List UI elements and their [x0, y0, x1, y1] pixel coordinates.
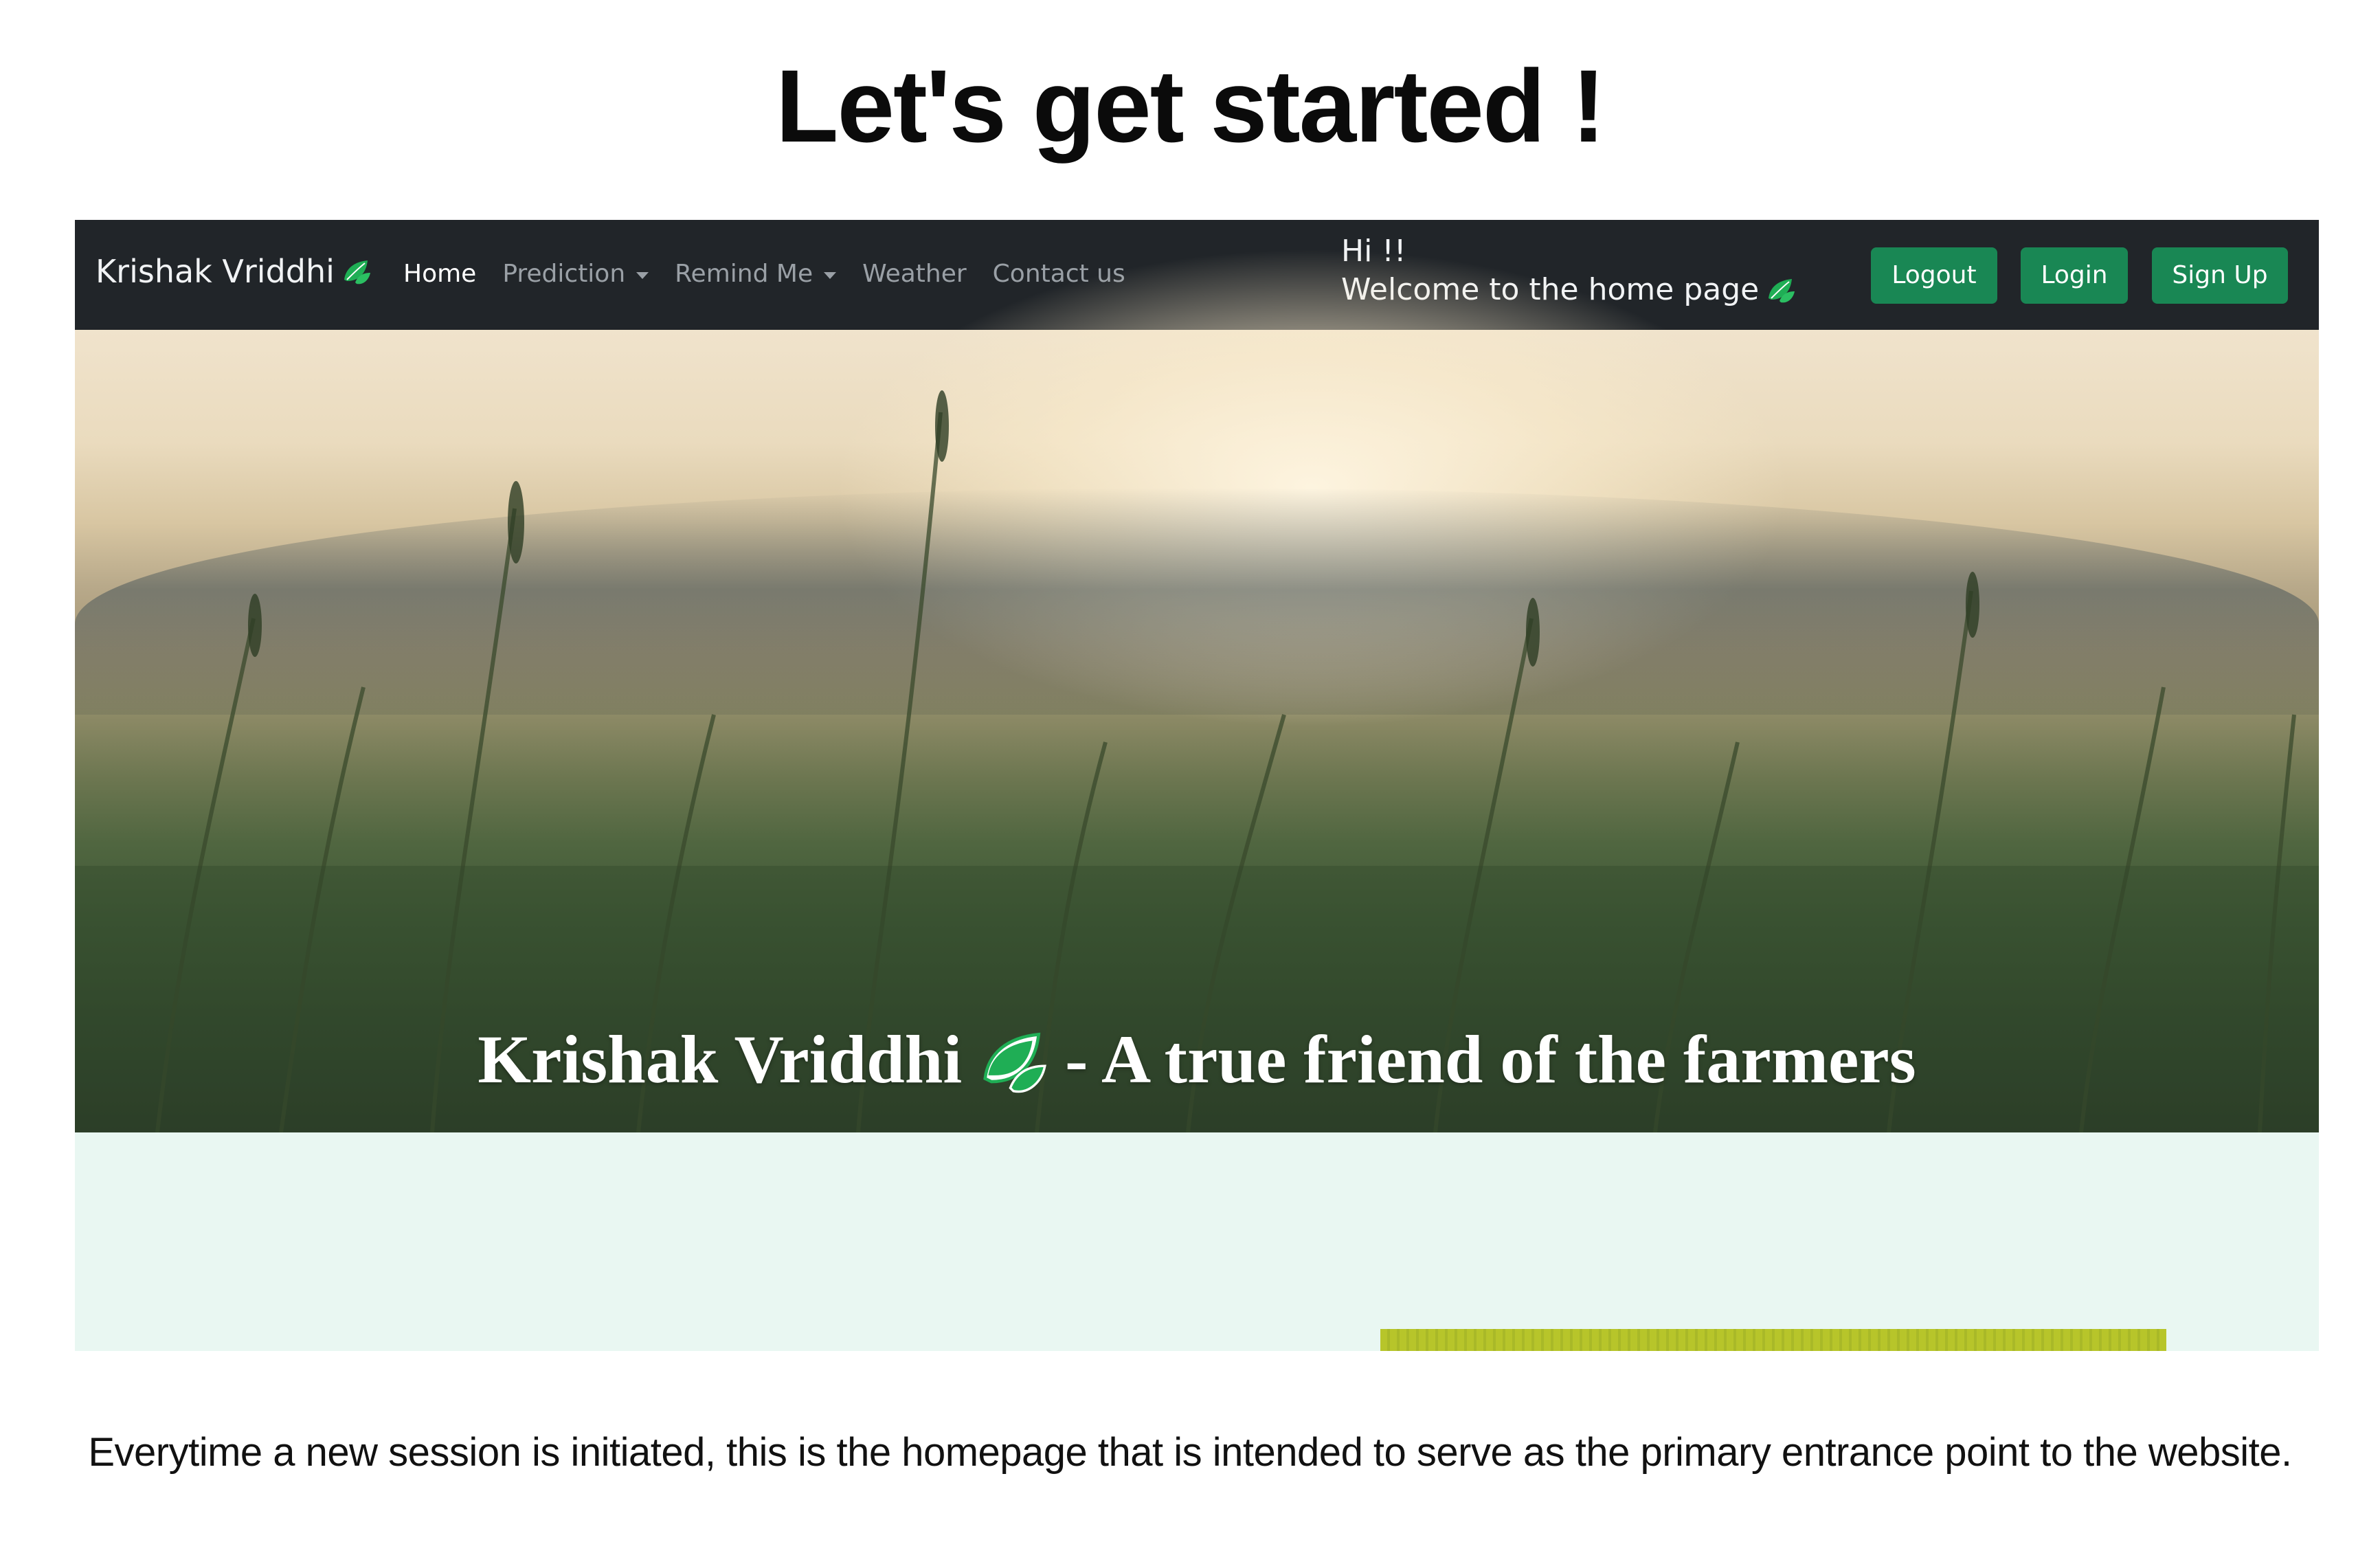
brand-name: Krishak Vriddhi	[96, 253, 335, 290]
nav-remind-me-dropdown[interactable]: Remind Me	[675, 260, 837, 288]
nav-prediction-dropdown[interactable]: Prediction	[502, 260, 649, 288]
slide-caption: Everytime a new session is initiated, th…	[88, 1430, 2292, 1475]
nav-home[interactable]: Home	[403, 260, 476, 288]
nav-prediction-label: Prediction	[502, 260, 626, 288]
nav-weather[interactable]: Weather	[862, 260, 967, 288]
hero-title: Krishak Vriddhi - A true friend of the f…	[75, 1020, 2319, 1099]
brand-logo[interactable]: Krishak Vriddhi	[96, 253, 373, 290]
caret-down-icon	[824, 271, 837, 279]
caret-down-icon	[636, 271, 649, 279]
lower-section	[75, 1132, 2319, 1351]
leaf-icon	[983, 1032, 1047, 1093]
login-button[interactable]: Login	[2021, 247, 2128, 304]
crop-image-card	[1380, 1329, 2166, 1351]
nav-home-label: Home	[403, 260, 477, 288]
nav-weather-label: Weather	[862, 260, 967, 288]
hero-title-tagline: - A true friend of the farmers	[1065, 1021, 1916, 1097]
website-screenshot: Krishak Vriddhi Home Prediction Remind M…	[75, 220, 2319, 1351]
slide-title: Let's get started !	[775, 48, 1606, 164]
nav-remind-me-label: Remind Me	[675, 260, 813, 288]
grass-illustration	[75, 390, 2319, 1132]
leaf-icon	[344, 260, 370, 284]
hero-title-brand: Krishak Vriddhi	[478, 1021, 963, 1097]
leaf-icon	[1769, 279, 1795, 303]
hero-banner: Krishak Vriddhi - A true friend of the f…	[75, 247, 2319, 1132]
nav-links: Home Prediction Remind Me Weather Contac…	[403, 260, 1125, 288]
logout-button[interactable]: Logout	[1871, 247, 1997, 304]
sign-up-button[interactable]: Sign Up	[2152, 247, 2288, 304]
